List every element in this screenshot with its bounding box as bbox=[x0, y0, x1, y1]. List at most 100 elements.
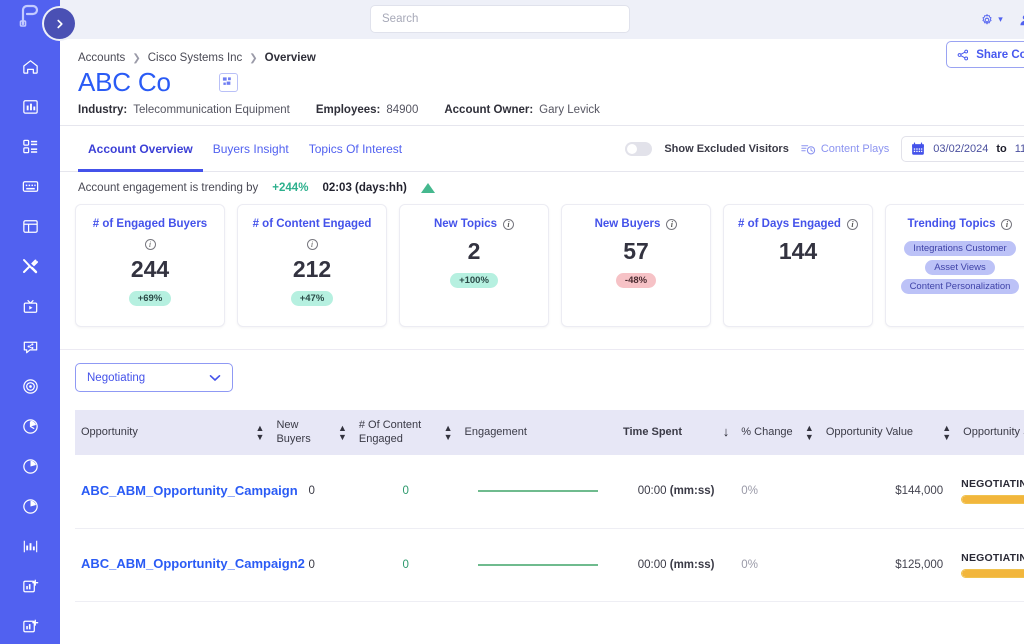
column-engagement: Engagement bbox=[459, 410, 617, 455]
sort-descending-icon[interactable]: ↓ bbox=[723, 424, 730, 440]
opportunity-value: $125,000 bbox=[820, 528, 957, 601]
engagement-cell bbox=[459, 528, 617, 601]
home-icon bbox=[21, 57, 40, 76]
sidebar-item-promote[interactable] bbox=[0, 326, 60, 366]
kpi-title: New Buyers bbox=[595, 218, 661, 232]
content-plays-button[interactable]: Content Plays bbox=[801, 143, 889, 156]
tab-account-overview[interactable]: Account Overview bbox=[78, 126, 203, 172]
sidebar-item-analytics[interactable] bbox=[0, 86, 60, 126]
sidebar-item-new-report-2[interactable] bbox=[0, 606, 60, 644]
show-excluded-visitors-toggle[interactable] bbox=[625, 142, 652, 156]
search-placeholder: Search bbox=[382, 13, 418, 25]
sidebar-item-campaign-tools[interactable] bbox=[0, 166, 60, 206]
breadcrumb-item-accounts[interactable]: Accounts bbox=[78, 52, 125, 64]
sidebar-item-new-report-1[interactable] bbox=[0, 566, 60, 606]
engagement-bar bbox=[478, 490, 598, 492]
tools-icon bbox=[20, 256, 40, 276]
content-engaged-value: 0 bbox=[353, 455, 459, 528]
pct-change-value: 0% bbox=[735, 528, 820, 601]
column-opportunity[interactable]: Opportunity ▲▼ bbox=[75, 410, 270, 455]
search-input[interactable]: Search bbox=[370, 5, 630, 33]
page-title: ABC Co bbox=[78, 67, 171, 98]
column-new-buyers[interactable]: New Buyers ▲▼ bbox=[270, 410, 352, 455]
column-pct-change[interactable]: % Change ▲▼ bbox=[735, 410, 820, 455]
employees-value: 84900 bbox=[386, 104, 418, 116]
tab-buyers-insight[interactable]: Buyers Insight bbox=[203, 126, 299, 172]
topic-chip[interactable]: Integrations Customer bbox=[904, 241, 1015, 256]
sidebar-item-tools[interactable] bbox=[0, 246, 60, 286]
org-chart-icon[interactable] bbox=[219, 73, 238, 92]
settings-menu[interactable]: ▾ bbox=[980, 13, 1003, 27]
opportunity-link[interactable]: ABC_ABM_Opportunity_Campaign2 bbox=[75, 528, 270, 601]
breadcrumb-item-company[interactable]: Cisco Systems Inc bbox=[148, 52, 243, 64]
user-menu[interactable]: Tanya ▾ bbox=[1019, 14, 1024, 26]
breadcrumb-item-current: Overview bbox=[265, 52, 316, 64]
share-content-button[interactable]: Share Content bbox=[946, 41, 1024, 68]
sort-icon[interactable]: ▲▼ bbox=[805, 424, 814, 442]
column-opportunity-value[interactable]: Opportunity Value ▲▼ bbox=[820, 410, 957, 455]
sidebar-item-media[interactable] bbox=[0, 286, 60, 326]
info-icon[interactable]: i bbox=[307, 239, 318, 250]
stage-progress-track bbox=[961, 569, 1024, 578]
column-label: Engagement bbox=[465, 426, 527, 440]
column-time-spent[interactable]: Time Spent ↓ bbox=[617, 410, 735, 455]
chart-columns-icon bbox=[21, 537, 40, 556]
pct-change-value: 0% bbox=[735, 455, 820, 528]
opportunity-stage-filter[interactable]: Negotiating bbox=[75, 363, 233, 392]
gear-icon bbox=[980, 13, 994, 27]
opportunity-stage-cell: NEGOTIATING bbox=[957, 455, 1024, 528]
time-spent-cell: 00:00 (mm:ss) bbox=[617, 528, 735, 601]
sidebar-item-reports[interactable] bbox=[0, 526, 60, 566]
date-range-picker[interactable]: 03/02/2024 to 11/09/2024 bbox=[901, 136, 1024, 162]
industry-label: Industry: bbox=[78, 104, 127, 116]
date-from: 03/02/2024 bbox=[933, 143, 988, 155]
opportunity-link[interactable]: ABC_ABM_Opportunity_Campaign bbox=[75, 455, 270, 528]
kpi-title-row: # of Days Engaged i bbox=[738, 218, 858, 232]
sidebar-item-recommendations-3[interactable] bbox=[0, 486, 60, 526]
kpi-title: New Topics bbox=[434, 218, 497, 232]
trend-text: Account engagement is trending by bbox=[78, 182, 258, 194]
tab-bar: Account Overview Buyers Insight Topics O… bbox=[60, 126, 1024, 172]
kpi-card-trending-topics: Trending Topics i Integrations Customer … bbox=[885, 204, 1024, 327]
info-icon[interactable]: i bbox=[847, 219, 858, 230]
kpi-badge: +100% bbox=[450, 273, 498, 288]
stage-filter-value: Negotiating bbox=[87, 372, 145, 384]
breadcrumb-separator: ❯ bbox=[249, 53, 257, 64]
top-bar-right: ▾ Tanya ▾ bbox=[980, 0, 1024, 39]
kpi-title-row: New Buyers i bbox=[595, 218, 678, 232]
keyboard-icon bbox=[21, 177, 40, 196]
sidebar-item-home[interactable] bbox=[0, 46, 60, 86]
filter-controls: Show Excluded Visitors Content Plays bbox=[625, 126, 1024, 172]
info-icon[interactable]: i bbox=[503, 219, 514, 230]
column-label: % Change bbox=[741, 426, 792, 440]
column-opportunity-stage[interactable]: Opportunity Stage ▲▼ bbox=[957, 410, 1024, 455]
sort-icon[interactable]: ▲▼ bbox=[444, 424, 453, 442]
info-icon[interactable]: i bbox=[666, 219, 677, 230]
sidebar-item-target-accounts[interactable] bbox=[0, 366, 60, 406]
tab-topics-of-interest[interactable]: Topics Of Interest bbox=[299, 126, 412, 172]
sort-icon[interactable]: ▲▼ bbox=[942, 424, 951, 442]
employees-label: Employees: bbox=[316, 104, 381, 116]
engagement-cell bbox=[459, 455, 617, 528]
content-plays-icon bbox=[801, 143, 816, 156]
sort-icon[interactable]: ▲▼ bbox=[256, 424, 265, 442]
info-icon[interactable]: i bbox=[145, 239, 156, 250]
info-icon[interactable]: i bbox=[1001, 219, 1012, 230]
sidebar-item-recommendations-2[interactable] bbox=[0, 446, 60, 486]
topic-chip[interactable]: Content Personalization bbox=[901, 279, 1020, 294]
clock-circle-icon bbox=[21, 497, 40, 516]
stage-progress-track bbox=[961, 495, 1024, 504]
target-icon bbox=[21, 377, 40, 396]
topic-chip[interactable]: Asset Views bbox=[925, 260, 995, 275]
window-icon bbox=[21, 217, 40, 236]
sidebar-collapse-button[interactable] bbox=[44, 8, 75, 39]
sidebar-item-content-library[interactable] bbox=[0, 126, 60, 166]
stage-label: NEGOTIATING bbox=[961, 552, 1024, 564]
share-chat-icon bbox=[21, 337, 40, 356]
sidebar-item-experiences[interactable] bbox=[0, 206, 60, 246]
kpi-badge: -48% bbox=[616, 273, 656, 288]
sidebar-item-recommendations-1[interactable] bbox=[0, 406, 60, 446]
breadcrumb-separator: ❯ bbox=[132, 53, 140, 64]
column-content-engaged[interactable]: # Of Content Engaged ▲▼ bbox=[353, 410, 459, 455]
sort-icon[interactable]: ▲▼ bbox=[338, 424, 347, 442]
